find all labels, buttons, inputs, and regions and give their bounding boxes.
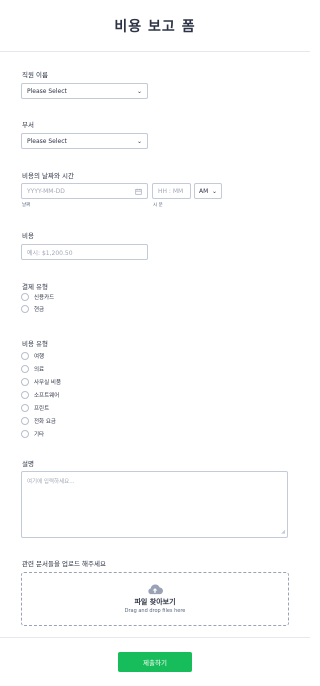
expense-form: 직원 이름 Please Select ⌄ 부서 Please Select ⌄… [0, 52, 310, 636]
date-input[interactable]: YYYY-MM-DD [21, 183, 148, 199]
expense-type-option[interactable]: 의료 [21, 362, 61, 375]
radio-button[interactable] [21, 293, 29, 301]
employee-select-value: Please Select [27, 87, 67, 95]
payment-option[interactable]: 현금 [21, 303, 54, 315]
chevron-down-icon: ⌄ [136, 137, 142, 145]
department-label: 부서 [22, 121, 34, 129]
cost-input[interactable]: 예시: $1,200.50 [21, 244, 148, 260]
expense-type-label: 비용 유형 [22, 340, 48, 348]
radio-label: 신용카드 [34, 295, 55, 301]
time-placeholder: HH : MM [158, 187, 184, 195]
payment-radio-group: 신용카드 현금 [21, 291, 54, 315]
chevron-down-icon: ⌄ [211, 187, 217, 195]
radio-button[interactable] [21, 305, 29, 313]
radio-button[interactable] [21, 351, 29, 360]
time-input[interactable]: HH : MM [152, 183, 191, 199]
ampm-select[interactable]: AM ⌄ [194, 183, 222, 199]
description-textarea[interactable]: 여기에 입력하세요... ◢ [21, 471, 288, 538]
upload-subtitle: Drag and drop files here [124, 608, 186, 614]
radio-label: 사무실 비품 [34, 379, 62, 386]
description-label: 설명 [22, 460, 34, 468]
expense-type-option[interactable]: 사무실 비품 [21, 375, 61, 388]
form-header: 비용 보고 폼 [0, 0, 310, 52]
employee-label: 직원 이름 [22, 71, 48, 79]
department-select-value: Please Select [27, 137, 67, 145]
radio-button[interactable] [21, 364, 29, 373]
radio-label: 현금 [34, 307, 45, 313]
expense-type-radio-group: 여행 의료 사무실 비품 소프트웨어 프린트 전화 요금 기타 [21, 349, 61, 440]
payment-label: 결제 유형 [22, 283, 48, 291]
upload-title: 파일 찾아보기 [134, 598, 176, 606]
chevron-down-icon: ⌄ [136, 87, 142, 95]
radio-label: 기타 [34, 431, 45, 438]
cloud-upload-icon [148, 584, 163, 595]
upload-label: 관련 문서들을 업로드 해주세요 [22, 560, 106, 568]
radio-button[interactable] [21, 429, 29, 438]
radio-label: 전화 요금 [34, 418, 56, 425]
date-placeholder: YYYY-MM-DD [27, 187, 65, 195]
time-sublabel: 시 분 [153, 203, 163, 208]
page-title: 비용 보고 폼 [114, 18, 196, 35]
cost-label: 비용 [22, 232, 34, 240]
expense-type-option[interactable]: 기타 [21, 427, 61, 440]
expense-type-option[interactable]: 여행 [21, 349, 61, 362]
datetime-label: 비용의 날짜와 시간 [22, 172, 74, 180]
date-sublabel: 날짜 [22, 203, 31, 208]
radio-label: 소프트웨어 [34, 392, 60, 399]
department-select[interactable]: Please Select ⌄ [21, 133, 148, 149]
file-upload-dropzone[interactable]: 파일 찾아보기 Drag and drop files here [21, 572, 289, 626]
radio-label: 프린트 [34, 405, 50, 412]
radio-button[interactable] [21, 416, 29, 425]
radio-label: 의료 [34, 366, 45, 373]
resize-handle-icon[interactable]: ◢ [281, 529, 285, 535]
expense-type-option[interactable]: 전화 요금 [21, 414, 61, 427]
calendar-icon[interactable] [135, 188, 142, 195]
radio-button[interactable] [21, 377, 29, 386]
radio-label: 여행 [34, 353, 45, 360]
expense-type-option[interactable]: 프린트 [21, 401, 61, 414]
expense-type-option[interactable]: 소프트웨어 [21, 388, 61, 401]
radio-button[interactable] [21, 403, 29, 412]
submit-button[interactable]: 제출하기 [118, 652, 192, 672]
form-footer: 제출하기 [0, 637, 310, 686]
payment-option[interactable]: 신용카드 [21, 291, 54, 303]
radio-button[interactable] [21, 390, 29, 399]
ampm-value: AM [199, 187, 209, 195]
employee-select[interactable]: Please Select ⌄ [21, 83, 148, 99]
description-placeholder: 여기에 입력하세요... [27, 479, 75, 485]
cost-placeholder: 예시: $1,200.50 [27, 249, 73, 257]
